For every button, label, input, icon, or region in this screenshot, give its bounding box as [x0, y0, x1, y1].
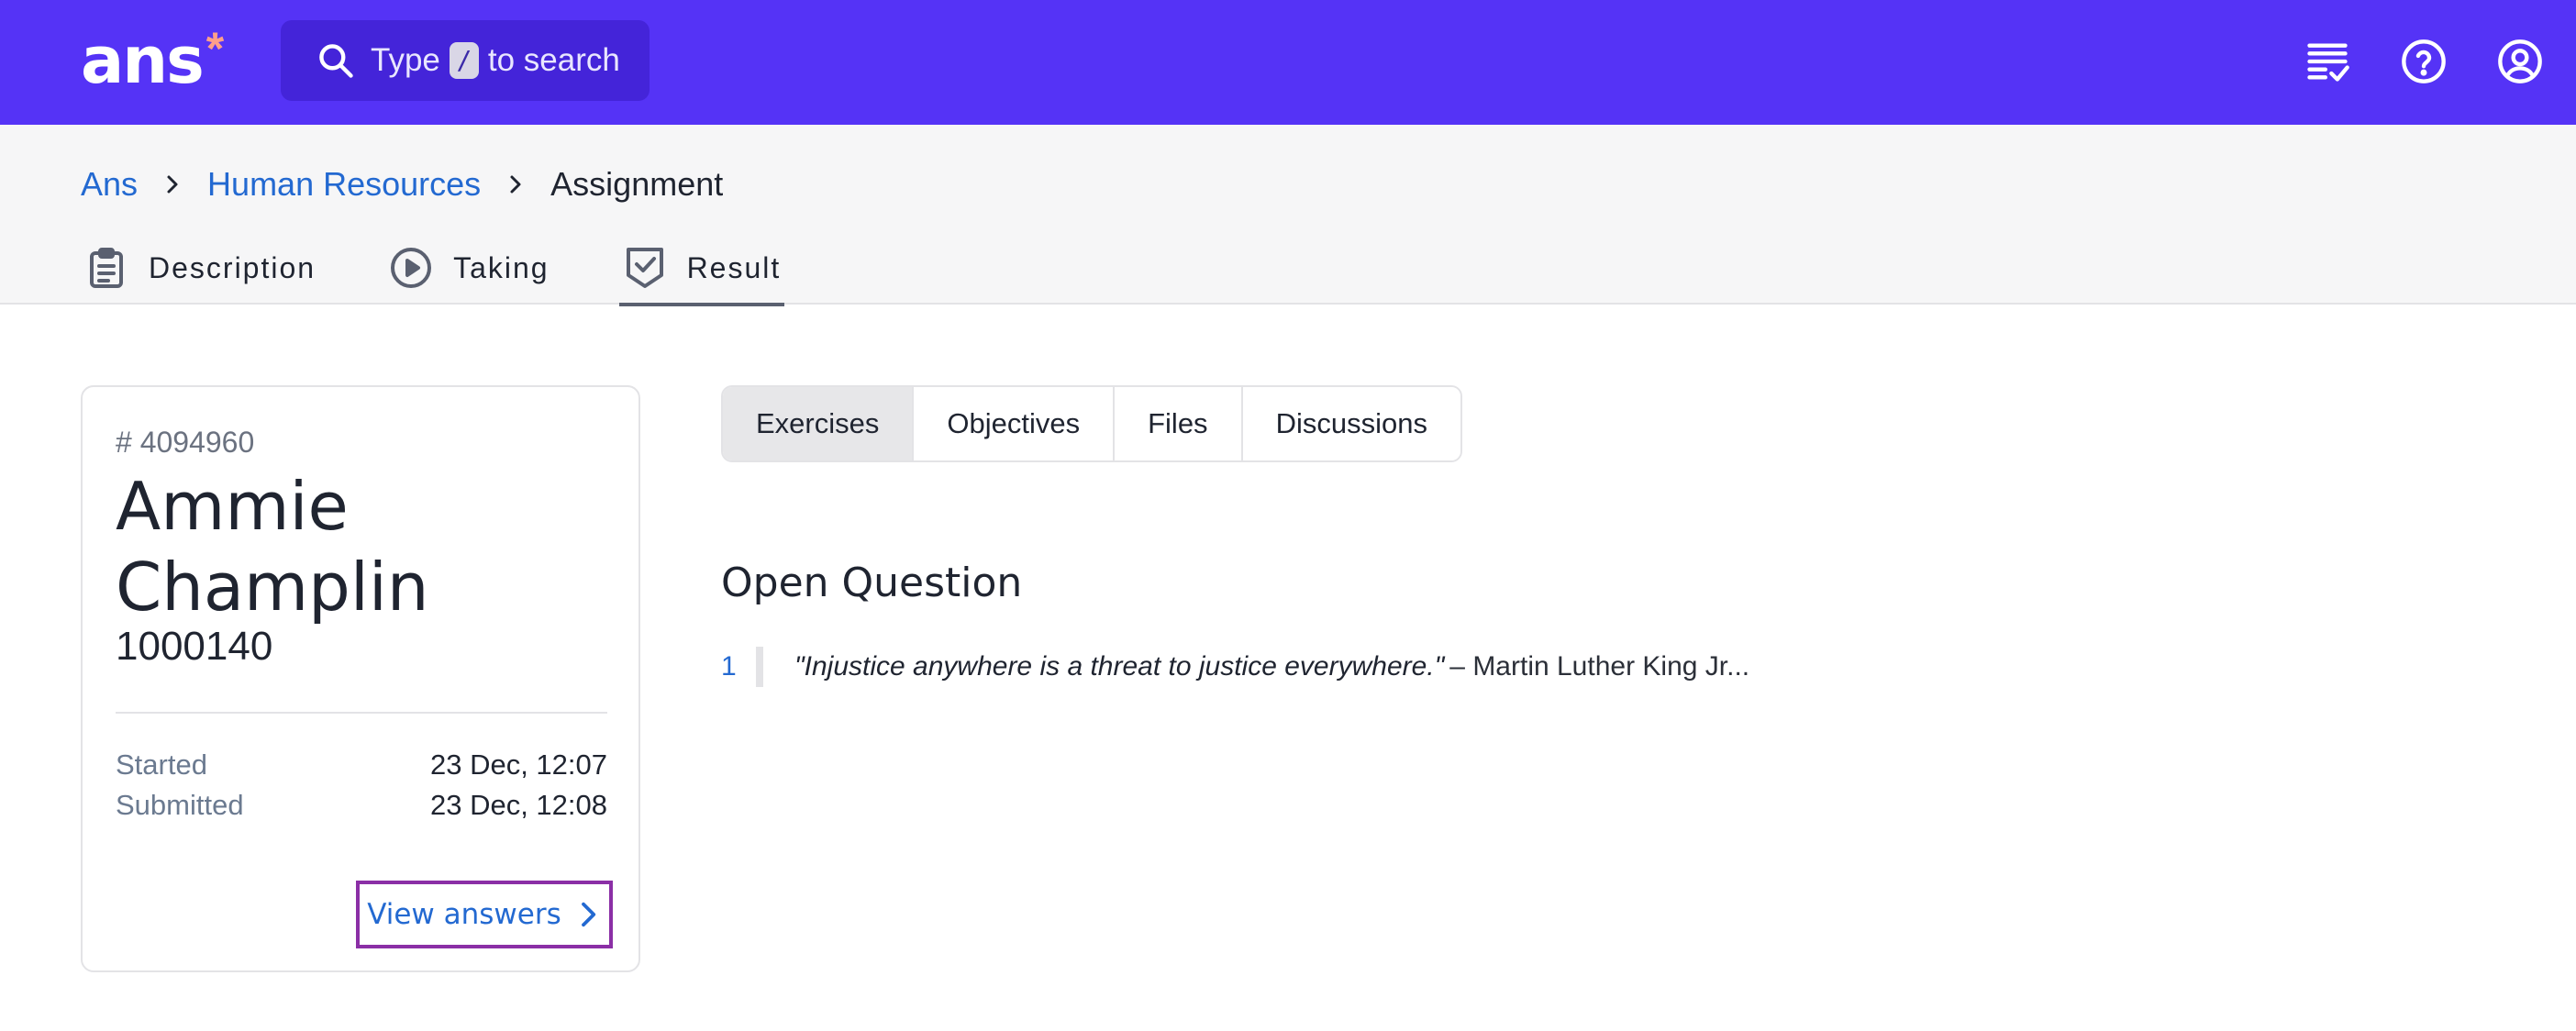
started-label: Started: [116, 748, 207, 781]
submitted-row: Submitted 23 Dec, 12:08: [116, 789, 607, 822]
logo-text: ans: [81, 23, 205, 98]
question-answer-row: 1 "Injustice anywhere is a threat to jus…: [721, 646, 1749, 688]
result-id: # 4094960: [116, 426, 255, 459]
tab-exercises[interactable]: Exercises: [723, 387, 915, 460]
started-row: Started 23 Dec, 12:07: [116, 748, 607, 782]
breadcrumb-current: Assignment: [550, 165, 724, 203]
student-name: Ammie Champlin: [116, 468, 429, 626]
nav-description[interactable]: Description: [81, 235, 319, 301]
clipboard-icon: [90, 248, 123, 288]
tab-objectives[interactable]: Objectives: [914, 387, 1116, 460]
nav-result-label: Result: [686, 250, 782, 284]
task-list-button[interactable]: [2301, 35, 2354, 88]
shield-check-icon: [626, 248, 663, 288]
help-button[interactable]: [2397, 35, 2450, 88]
task-list-icon: [2307, 43, 2349, 82]
breadcrumb-ans[interactable]: Ans: [81, 165, 138, 204]
tab-files[interactable]: Files: [1115, 387, 1243, 460]
question-title: Open Question: [721, 560, 1023, 606]
ans-logo[interactable]: ans *: [81, 24, 224, 97]
search-box[interactable]: Type / to search: [281, 20, 650, 101]
top-bar: ans * Type / to search: [0, 0, 2576, 125]
search-prefix: Type: [371, 42, 440, 78]
logo-star-mark: *: [205, 23, 225, 74]
quote-bar: [756, 647, 763, 687]
student-number: 1000140: [116, 624, 273, 669]
view-answers-link[interactable]: View answers: [356, 881, 613, 948]
nav-description-label: Description: [149, 250, 316, 284]
nav-taking[interactable]: Taking: [385, 235, 553, 301]
assignment-nav: Description Taking Result: [81, 235, 850, 306]
play-circle-icon: [391, 248, 432, 288]
help-icon: [2402, 39, 2446, 83]
nav-taking-label: Taking: [453, 250, 550, 284]
student-result-card: # 4094960 Ammie Champlin 1000140 Started…: [81, 385, 640, 972]
chevron-right-icon: [167, 175, 178, 194]
result-tabs: Exercises Objectives Files Discussions: [721, 385, 1462, 462]
view-answers-label: View answers: [367, 898, 561, 931]
question-number: 1: [721, 651, 737, 682]
tab-discussions[interactable]: Discussions: [1242, 387, 1460, 460]
page-subheader: Ans Human Resources Assignment Descripti…: [0, 125, 2576, 306]
search-placeholder: Type / to search: [371, 42, 620, 79]
chevron-right-icon: [581, 902, 595, 927]
search-suffix: to search: [487, 42, 620, 78]
account-icon: [2498, 39, 2542, 83]
search-shortcut-key: /: [449, 42, 479, 79]
submitted-value: 23 Dec, 12:08: [429, 789, 607, 821]
card-divider: [116, 712, 607, 714]
started-value: 23 Dec, 12:07: [429, 748, 607, 781]
search-icon: [319, 44, 353, 78]
breadcrumb-human-resources[interactable]: Human Resources: [207, 165, 481, 204]
nav-result[interactable]: Result: [618, 235, 785, 306]
breadcrumb: Ans Human Resources Assignment: [81, 161, 723, 207]
account-button[interactable]: [2493, 35, 2547, 88]
chevron-right-icon: [510, 175, 521, 194]
answer-author: – Martin Luther King Jr...: [1449, 651, 1750, 682]
answer-quote: "Injustice anywhere is a threat to justi…: [794, 651, 1445, 682]
submitted-label: Submitted: [116, 789, 244, 821]
